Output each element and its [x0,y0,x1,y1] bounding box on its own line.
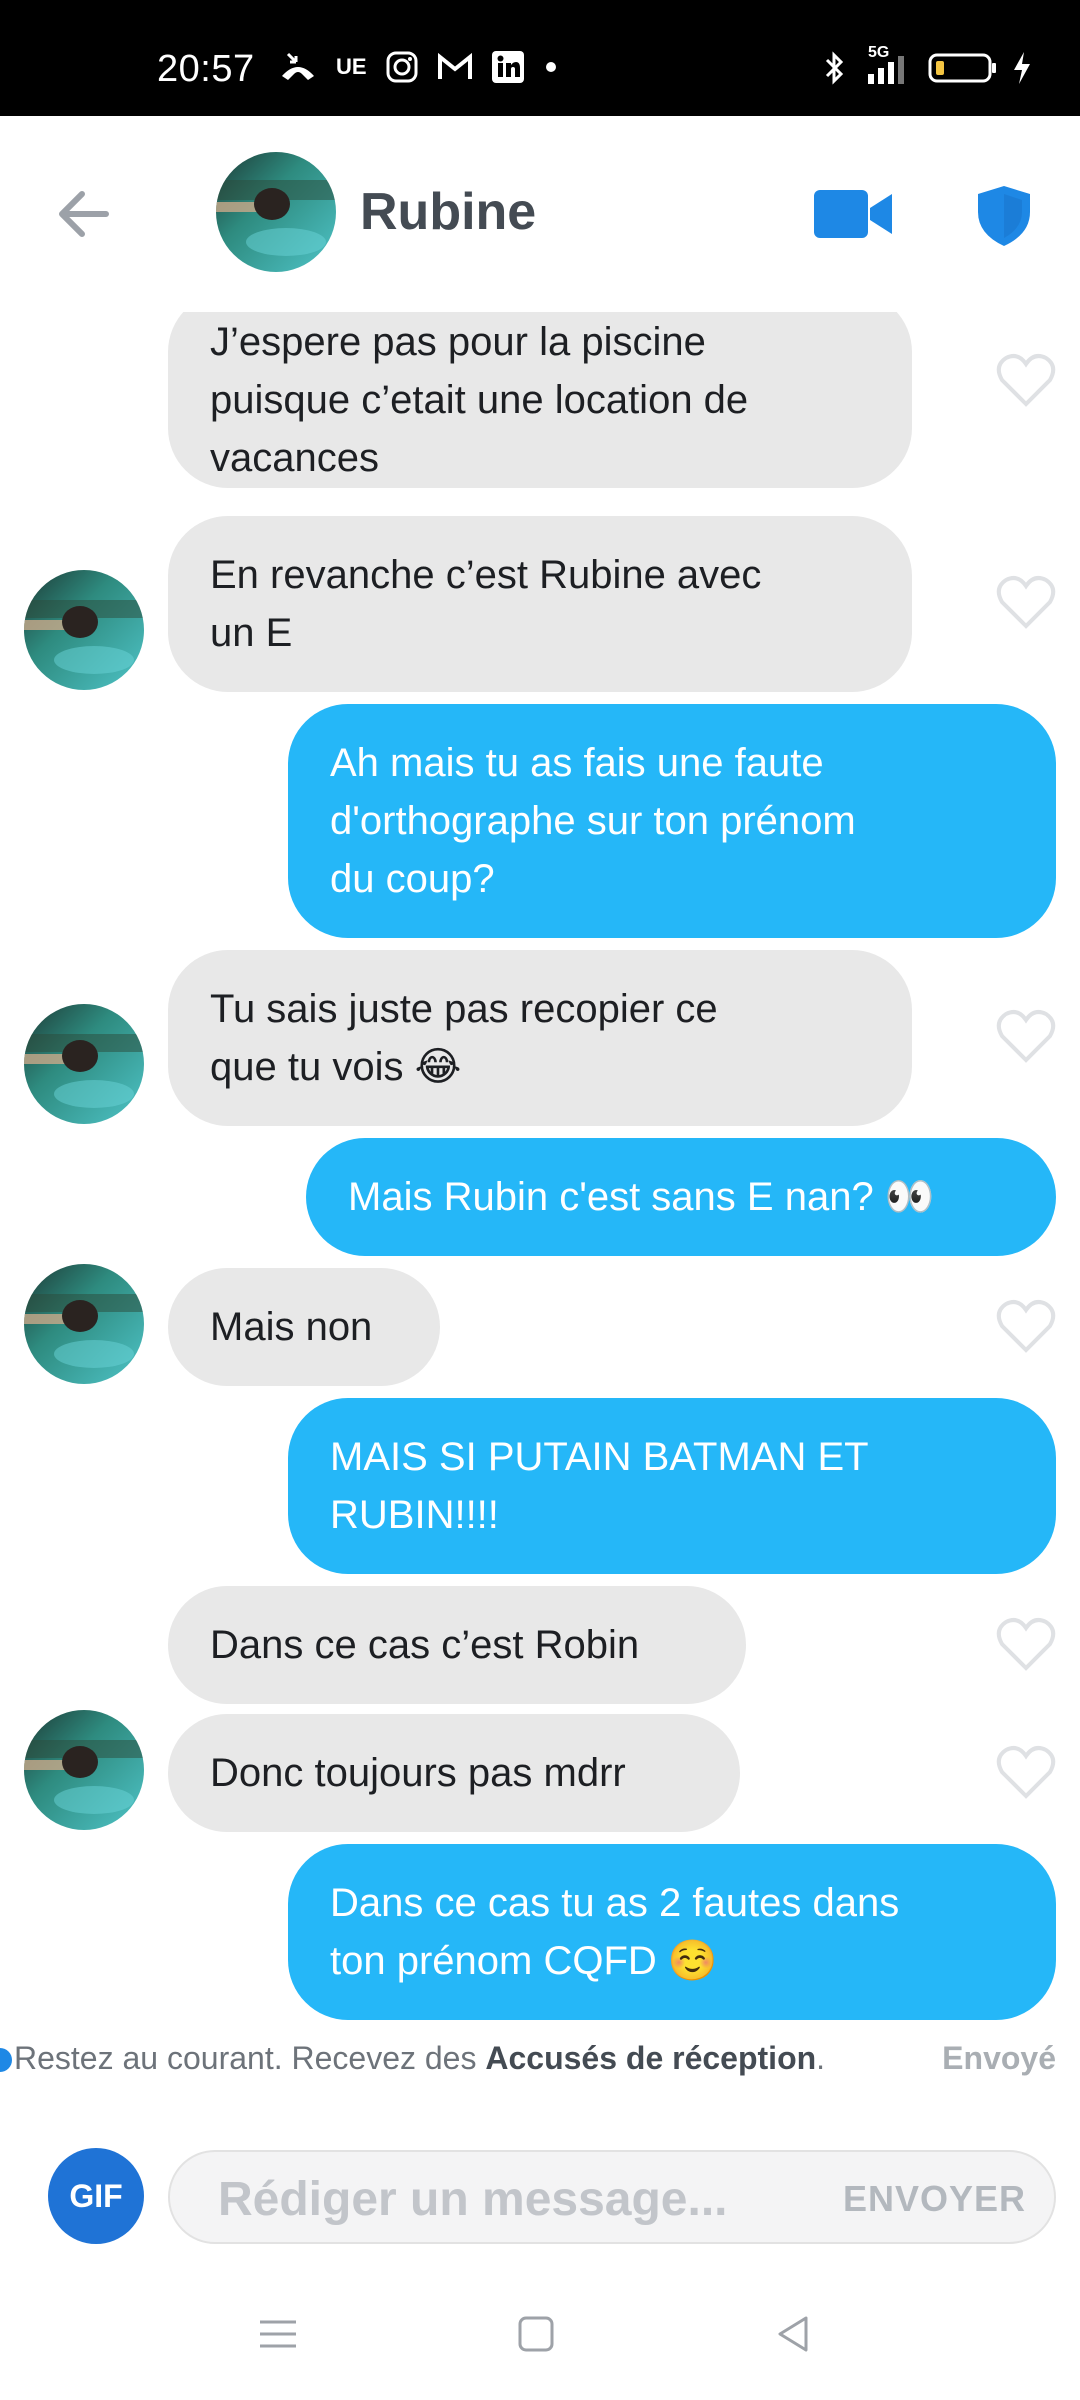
message-line: Ah mais tu as fais une faute [330,741,824,785]
system-icons: 5G [822,44,1032,88]
receipt-period: . [816,2040,826,2076]
message-line: Mais non [210,1305,373,1349]
like-heart-icon[interactable] [996,1744,1056,1800]
message-line: Donc toujours pas mdrr [210,1751,626,1795]
signal-icon: 5G [860,44,914,88]
message-line: Tu sais juste pas recopier ce [210,987,718,1031]
status-bar: 20:57 UE 5G [0,0,1080,116]
read-receipts-link[interactable]: Accusés de réception [485,2040,816,2076]
message-line: ton prénom CQFD ☺️ [330,1939,718,1983]
chat-header: Rubine [0,116,1080,312]
status-time: 20:57 [157,48,255,90]
missed-call-icon [282,52,314,80]
contact-avatar[interactable] [24,1710,144,1830]
network-label: 5G [868,44,890,61]
message-bubble-incoming[interactable]: Tu sais juste pas recopier ce que tu voi… [168,950,912,1126]
video-call-icon[interactable] [812,188,894,240]
message-line: J’espere pas pour la piscine [210,320,706,364]
message-bubble-incoming[interactable]: Donc toujours pas mdrr [168,1714,740,1832]
instagram-icon [386,51,418,83]
read-receipt-banner: Restez au courant. Recevez des Accusés d… [0,2036,1080,2092]
message-line: MAIS SI PUTAIN BATMAN ET [330,1435,869,1479]
message-line: RUBIN!!!! [330,1493,499,1537]
shield-icon[interactable] [976,184,1032,248]
gmail-icon [437,52,472,79]
message-line: d'orthographe sur ton prénom [330,799,856,843]
back-triangle-icon[interactable] [772,2312,816,2356]
message-bubble-incoming[interactable]: Mais non [168,1268,440,1386]
message-placeholder: Rédiger un message... [218,2173,728,2226]
message-bubble-outgoing[interactable]: Dans ce cas tu as 2 fautes dans ton prén… [288,1844,1056,2020]
send-button[interactable]: ENVOYER [843,2178,1026,2220]
message-line: puisque c’etait une location de [210,378,749,422]
charging-icon [1014,52,1030,84]
message-line: un E [210,611,293,655]
home-square-icon[interactable] [514,2312,558,2356]
message-line: vacances [210,436,379,480]
info-dot-icon [0,2048,12,2072]
contact-avatar[interactable] [24,1264,144,1384]
notification-icons: UE [278,50,559,84]
message-bubble-outgoing[interactable]: MAIS SI PUTAIN BATMAN ET RUBIN!!!! [288,1398,1056,1574]
menu-icon[interactable] [256,2312,300,2356]
like-heart-icon[interactable] [996,574,1056,630]
message-line: que tu vois 😂 [210,1045,462,1089]
message-line: Dans ce cas c’est Robin [210,1623,640,1667]
receipt-prompt: Restez au courant. Recevez des [14,2040,486,2076]
message-line: du coup? [330,857,495,901]
ue-icon: UE [336,54,367,79]
gif-button[interactable]: GIF [48,2148,144,2244]
contact-avatar[interactable] [24,570,144,690]
message-input[interactable]: Rédiger un message... ENVOYER [168,2150,1056,2244]
message-bubble-outgoing[interactable]: Ah mais tu as fais une faute d'orthograp… [288,704,1056,938]
bluetooth-icon [825,51,844,85]
message-line: En revanche c’est Rubine avec [210,553,762,597]
message-status: Envoyé [942,2040,1056,2076]
message-line: Dans ce cas tu as 2 fautes dans [330,1881,900,1925]
like-heart-icon[interactable] [996,1008,1056,1064]
message-line: Mais Rubin c'est sans E nan? 👀 [348,1175,935,1219]
message-bubble-outgoing[interactable]: Mais Rubin c'est sans E nan? 👀 [306,1138,1056,1256]
battery-icon [928,53,996,83]
contact-avatar[interactable] [24,1004,144,1124]
contact-avatar[interactable] [216,152,336,272]
system-nav-bar [0,2290,1080,2400]
linkedin-icon [491,51,524,83]
like-heart-icon[interactable] [996,352,1056,408]
message-bubble-incoming[interactable]: Dans ce cas c’est Robin [168,1586,746,1704]
like-heart-icon[interactable] [996,1298,1056,1354]
like-heart-icon[interactable] [996,1616,1056,1672]
message-composer: GIF Rédiger un message... ENVOYER [0,2120,1080,2270]
message-bubble-incoming[interactable]: En revanche c’est Rubine avec un E [168,516,912,692]
dot-icon [545,62,556,72]
back-arrow-icon[interactable] [52,182,116,246]
message-list[interactable]: J’espere pas pour la piscine puisque c’e… [0,312,1080,2032]
message-bubble-incoming[interactable]: J’espere pas pour la piscine puisque c’e… [168,312,912,488]
contact-name[interactable]: Rubine [360,182,536,242]
